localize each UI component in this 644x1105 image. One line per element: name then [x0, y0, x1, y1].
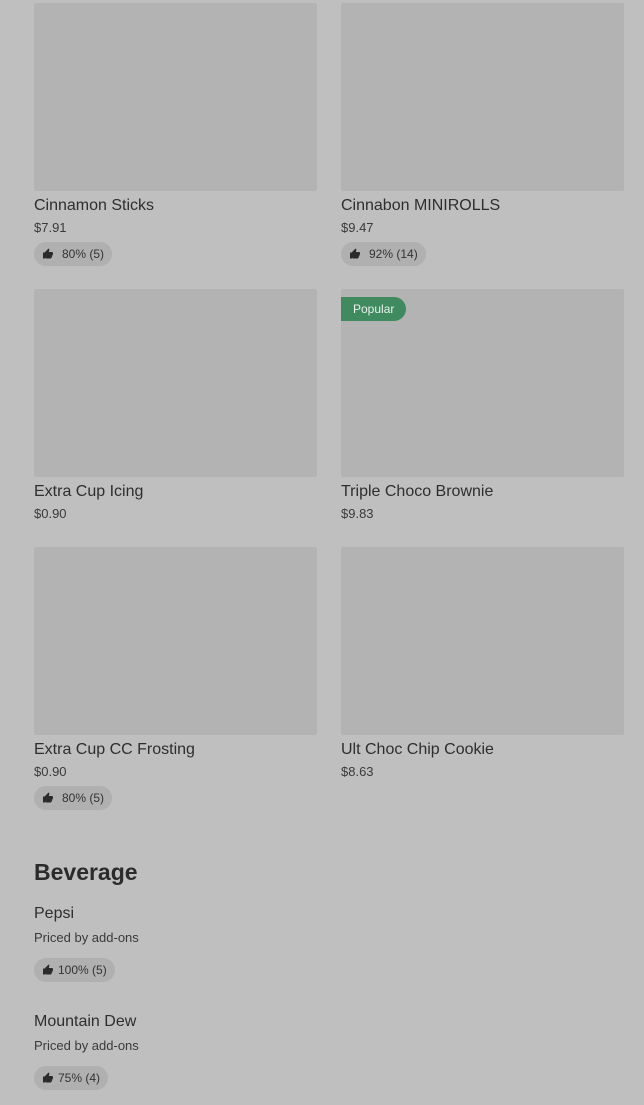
item-price: $9.83 — [341, 506, 374, 521]
rating-badge: 75% (4) — [34, 1066, 109, 1090]
item-name: Extra Cup Icing — [34, 483, 144, 500]
item-price: $7.91 — [34, 220, 67, 235]
thumbs-up-icon — [350, 248, 360, 259]
rating-badge: 80% (5) — [34, 786, 113, 810]
rating-text: 80% (5) — [62, 791, 105, 805]
menu-item-card[interactable]: Popular Triple Choco Brownie $9.83 — [341, 289, 624, 523]
beverage-item[interactable]: Mountain Dew Priced by add-ons 75% (4) — [34, 1012, 139, 1090]
item-name: Triple Choco Brownie — [341, 483, 494, 500]
item-image[interactable] — [341, 3, 624, 191]
rating-badge: 100% (5) — [34, 958, 115, 982]
thumbs-up-icon — [43, 1072, 53, 1083]
item-price: $8.63 — [341, 764, 374, 779]
item-price: $0.90 — [34, 764, 67, 779]
rating-text: 80% (5) — [62, 247, 105, 261]
rating-text: 92% (14) — [369, 247, 418, 261]
item-name: Cinnamon Sticks — [34, 197, 155, 214]
item-name: Cinnabon MINIROLLS — [341, 197, 501, 214]
section-title: Beverage — [34, 859, 138, 885]
item-name: Ult Choc Chip Cookie — [341, 741, 494, 758]
menu-item-card[interactable]: Ult Choc Chip Cookie $8.63 — [341, 547, 624, 781]
item-image[interactable] — [34, 547, 317, 735]
rating-text: 100% (5) — [58, 963, 107, 977]
rating-badge: 80% (5) — [34, 242, 113, 266]
thumbs-up-icon — [43, 964, 53, 975]
popular-badge: Popular — [341, 297, 407, 321]
item-price: $0.90 — [34, 506, 67, 521]
rating-text: 75% (4) — [58, 1071, 101, 1085]
item-name: Mountain Dew — [34, 1013, 137, 1030]
thumbs-up-icon — [43, 248, 53, 259]
menu-item-card[interactable]: Extra Cup Icing $0.90 — [34, 289, 317, 523]
menu-page: Cinnamon Sticks $7.91 80% (5) Cinnabon M… — [0, 0, 644, 1105]
thumbs-up-icon — [43, 792, 53, 803]
item-price: $9.47 — [341, 220, 374, 235]
menu-item-card[interactable]: Cinnabon MINIROLLS $9.47 92% (14) — [341, 3, 624, 266]
item-name: Extra Cup CC Frosting — [34, 741, 195, 758]
beverage-item[interactable]: Pepsi Priced by add-ons 100% (5) — [34, 904, 139, 982]
menu-item-card[interactable]: Cinnamon Sticks $7.91 80% (5) — [34, 3, 317, 266]
item-image[interactable] — [341, 547, 624, 735]
item-image[interactable]: Popular — [341, 289, 624, 477]
menu-item-card[interactable]: Extra Cup CC Frosting $0.90 80% (5) — [34, 547, 317, 810]
item-image[interactable] — [34, 3, 317, 191]
rating-badge: 92% (14) — [341, 242, 426, 266]
item-price-note: Priced by add-ons — [34, 1038, 139, 1053]
item-name: Pepsi — [34, 905, 75, 922]
item-price-note: Priced by add-ons — [34, 930, 139, 945]
item-image[interactable] — [34, 289, 317, 477]
